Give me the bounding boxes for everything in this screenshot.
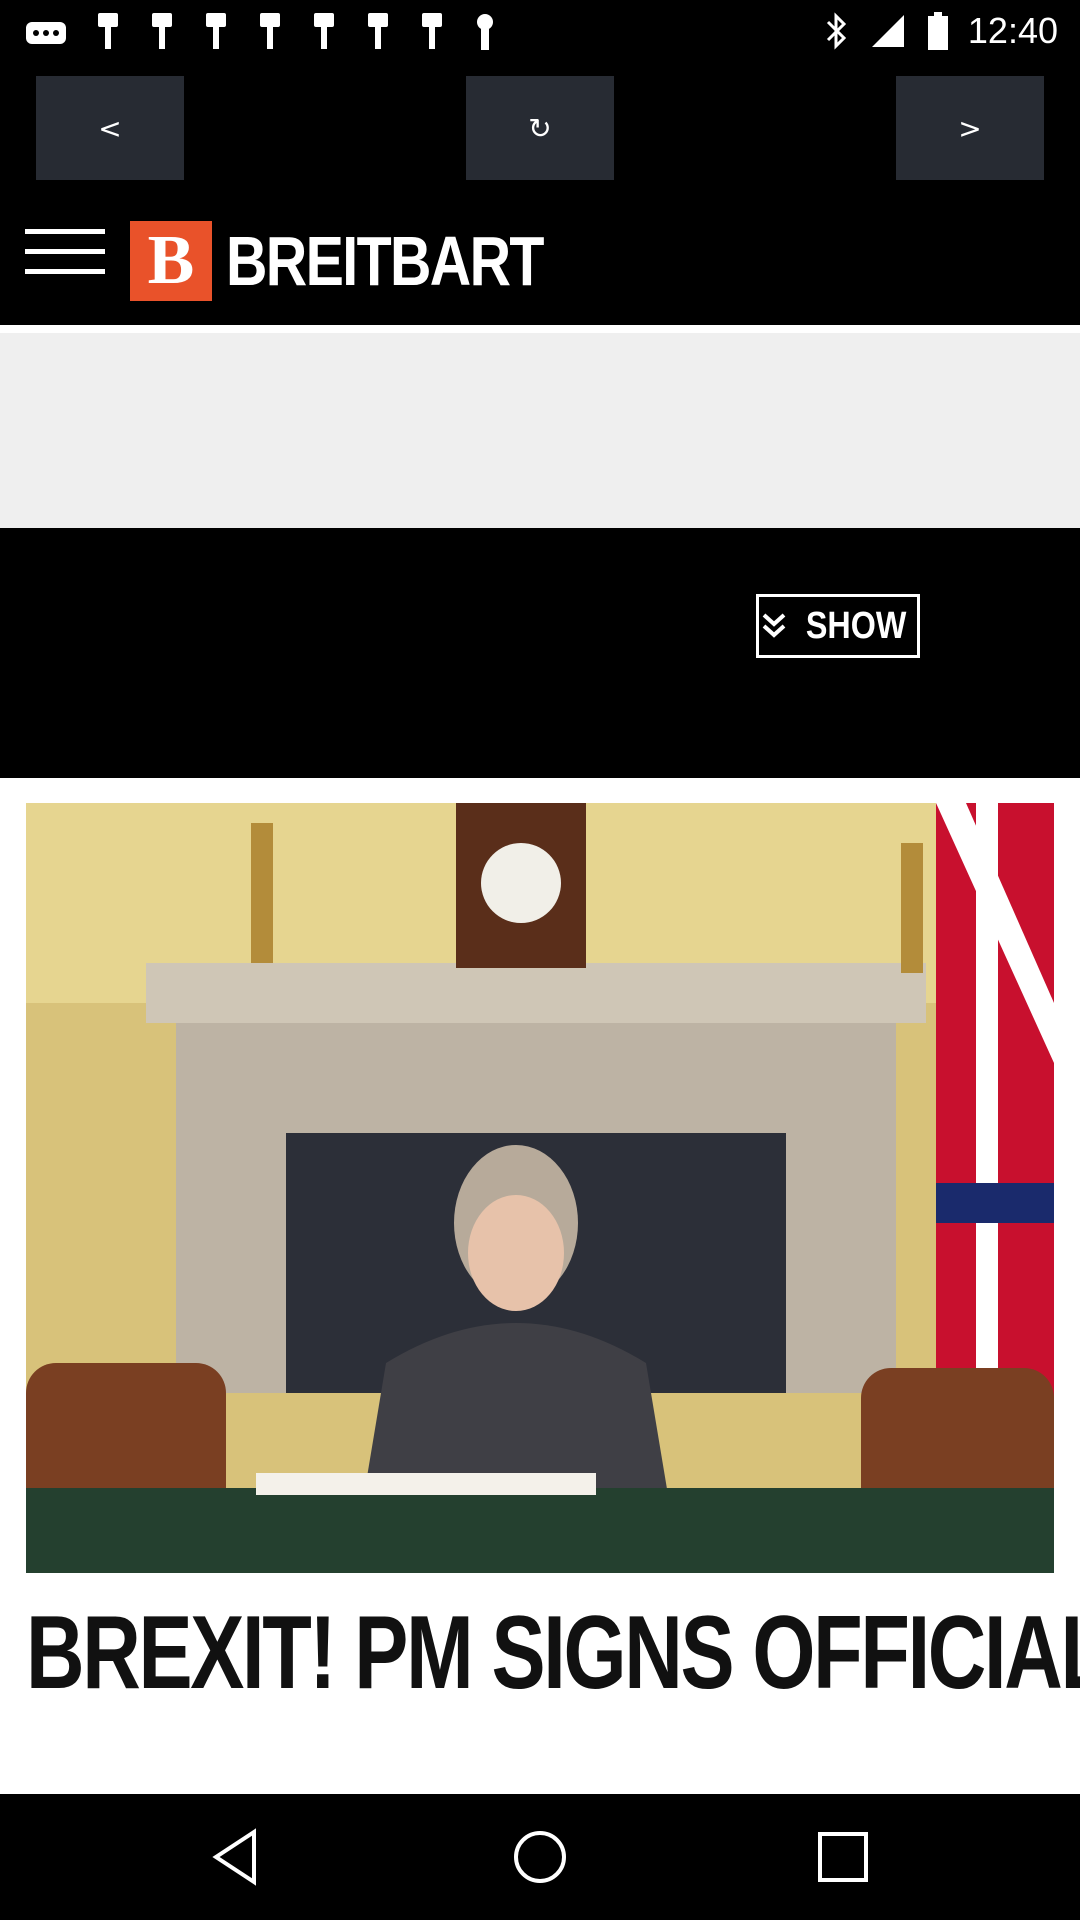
ad-placeholder: [0, 333, 1080, 528]
site-name[interactable]: BREITBART: [226, 221, 545, 301]
status-time: 12:40: [967, 10, 1058, 51]
notification-icon: [94, 13, 122, 51]
notification-icon: [148, 13, 176, 51]
show-label: SHOW: [805, 604, 907, 647]
article-image[interactable]: [26, 803, 1054, 1573]
article-photo: [26, 803, 1054, 1573]
notification-icon: [418, 13, 446, 51]
status-bar: 12:40: [0, 0, 1080, 66]
home-icon[interactable]: [505, 1822, 575, 1892]
screen: 12:40 < ↻ > B BREITBART SHOW BREXIT! PM …: [0, 0, 1080, 1920]
status-notifications: [24, 12, 498, 52]
menu-icon[interactable]: [25, 221, 105, 283]
notification-icon: [256, 13, 284, 51]
article-headline[interactable]: BREXIT! PM SIGNS OFFICIAL LETTER TO BRUS…: [26, 1595, 1080, 1711]
forward-label: >: [958, 111, 982, 145]
logo-letter: B: [147, 222, 195, 299]
notification-icon: [310, 13, 338, 51]
back-label: <: [98, 111, 122, 145]
bluetooth-icon: [826, 12, 847, 50]
site-header: B BREITBART: [0, 191, 1080, 325]
page-content: SHOW BREXIT! PM SIGNS OFFICIAL: [0, 325, 1080, 1794]
forward-button[interactable]: >: [896, 76, 1044, 180]
notification-icon: [202, 13, 230, 51]
browser-nav: < ↻ >: [0, 66, 1080, 191]
refresh-button[interactable]: ↻: [466, 76, 614, 180]
back-icon[interactable]: [202, 1822, 272, 1892]
ad-banner: SHOW: [0, 528, 1080, 778]
show-button[interactable]: SHOW: [756, 594, 920, 658]
more-icon: [26, 22, 66, 44]
site-logo[interactable]: B: [130, 221, 212, 301]
system-nav: [0, 1794, 1080, 1920]
battery-icon: [927, 12, 948, 50]
back-button[interactable]: <: [36, 76, 184, 180]
recents-icon[interactable]: [808, 1822, 878, 1892]
keyhole-icon: [477, 14, 493, 50]
notification-icon: [364, 13, 392, 51]
refresh-icon: ↻: [528, 111, 552, 145]
signal-icon: [871, 15, 904, 47]
status-system: 12:40: [822, 10, 1058, 52]
chevron-down-icon: [762, 613, 786, 638]
